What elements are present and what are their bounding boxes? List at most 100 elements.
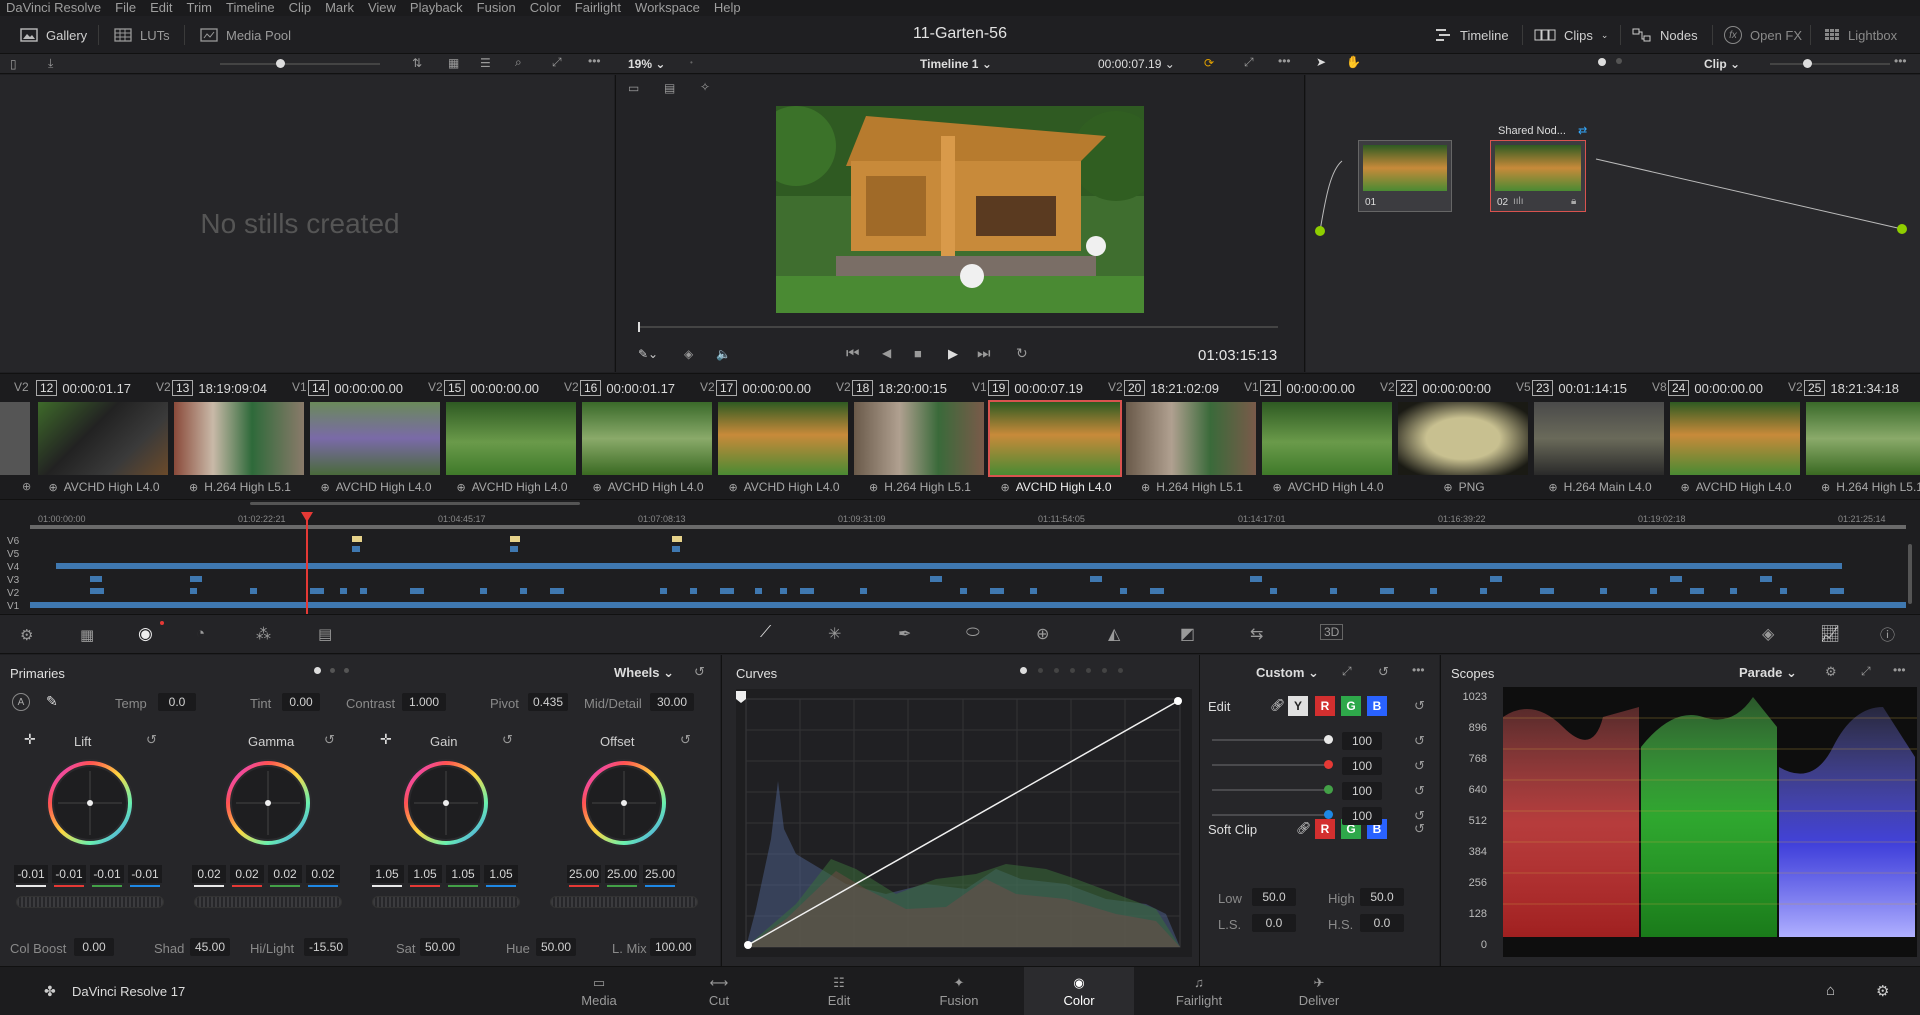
search-icon[interactable]: ⌕ [515, 55, 522, 70]
thumbnail-size-slider[interactable] [220, 63, 380, 65]
track-clip[interactable] [510, 546, 518, 552]
track-clip[interactable] [960, 588, 967, 594]
menu-clip[interactable]: Clip [289, 0, 311, 16]
track-clip[interactable] [360, 588, 367, 594]
settings-gear-icon[interactable]: ⚙︎ [1876, 982, 1889, 1000]
intensity-slider[interactable] [1212, 739, 1328, 741]
track-clip[interactable] [30, 602, 1906, 608]
curve-graph[interactable] [736, 689, 1192, 957]
intensity-reset-icon[interactable]: ↺ [1414, 758, 1425, 774]
color-match-icon[interactable]: ▦ [80, 626, 94, 644]
media-pool-button[interactable]: Media Pool [200, 16, 291, 54]
color-picker-icon[interactable]: ✎⌄ [638, 347, 658, 361]
menu-file[interactable]: File [115, 0, 136, 16]
page-dot[interactable] [344, 668, 349, 673]
ls-field[interactable]: 0.0 [1252, 914, 1296, 932]
clip-thumbnail-25[interactable]: 25 18:21:34:18 ⊕ H.264 High L5.1 [1804, 374, 1920, 500]
intensity-handle[interactable] [1324, 810, 1333, 819]
intensity-slider[interactable] [1212, 789, 1328, 791]
track-clip[interactable] [480, 588, 487, 594]
edit-reset-icon[interactable]: ↺ [1414, 698, 1425, 714]
stop-icon[interactable]: ■ [914, 346, 922, 361]
sort-icon[interactable]: ⇅ [412, 56, 422, 70]
wheels-mode-selector[interactable]: Wheels ⌄ [614, 665, 674, 681]
wheel-value-gamma-2[interactable]: 0.02 [268, 865, 302, 883]
viewer-more-icon[interactable]: ••• [1278, 54, 1291, 68]
viewer-scrubber[interactable] [638, 326, 1278, 328]
play-reverse-icon[interactable]: ◀ [882, 346, 891, 360]
page-dot[interactable] [1038, 668, 1043, 673]
track-clip[interactable] [930, 576, 942, 582]
node-02[interactable]: 02 ıılı 🔒︎ [1490, 140, 1586, 212]
clip-thumbnail-17[interactable]: 17 00:00:00.00 V2 ⊕ AVCHD High L4.0 [716, 374, 852, 500]
motion-effects-icon[interactable]: ▤ [318, 625, 332, 643]
scopes-icon[interactable]: 📈︎ [1820, 624, 1840, 644]
mini-timeline[interactable]: 01:00:00:00 01:02:22:21 01:04:45:17 01:07:0… [0, 499, 1920, 614]
window-icon[interactable]: ⬭ [966, 624, 980, 642]
track-clip[interactable] [690, 588, 697, 594]
intensity-field-1[interactable]: 100 [1342, 757, 1382, 775]
page-dot[interactable] [1070, 668, 1075, 673]
scrubber-playhead[interactable] [638, 322, 640, 332]
viewer-zoom[interactable]: 19% ⌄ [628, 57, 665, 71]
hilight-field[interactable]: -15.50 [304, 938, 348, 956]
colboost-field[interactable]: 0.00 [74, 938, 114, 956]
crosshair-icon[interactable]: ✛ [380, 731, 392, 748]
tracker-icon[interactable]: ⊕ [1036, 624, 1049, 644]
output-node[interactable] [1897, 224, 1907, 234]
reset-primaries-icon[interactable]: ↺ [694, 664, 705, 680]
scope-fullscreen-icon[interactable]: ⤢ [1861, 664, 1871, 679]
wheel-value-offset-2[interactable]: 25.00 [643, 865, 677, 883]
track-clip[interactable] [1430, 588, 1437, 594]
menu-timeline[interactable]: Timeline [226, 0, 275, 16]
track-clip[interactable] [56, 563, 1842, 569]
track-clip[interactable] [1760, 576, 1772, 582]
scope-more-icon[interactable]: ••• [1893, 663, 1906, 677]
wheel-value-gamma-1[interactable]: 0.02 [230, 865, 264, 883]
track-clip[interactable] [755, 588, 762, 594]
wheel-value-offset-0[interactable]: 25.00 [567, 865, 601, 883]
track-clip[interactable] [1670, 576, 1682, 582]
wheel-value-gain-0[interactable]: 1.05 [370, 865, 404, 883]
lightbox-toggle-button[interactable]: Lightbox [1824, 16, 1897, 54]
track-clip[interactable] [1270, 588, 1277, 594]
wheel-value-gamma-0[interactable]: 0.02 [192, 865, 226, 883]
curves-icon[interactable]: ⟋ [760, 624, 771, 642]
curves-reset-icon[interactable]: ↺ [1378, 664, 1389, 680]
menu-edit[interactable]: Edit [150, 0, 172, 16]
track-area[interactable] [30, 536, 1906, 610]
openfx-toggle-button[interactable]: fx Open FX [1724, 16, 1802, 54]
menu-view[interactable]: View [368, 0, 396, 16]
page-tab-fairlight[interactable]: ♫ Fairlight [1144, 967, 1254, 1015]
home-icon[interactable]: ⌂ [1826, 982, 1835, 999]
wheel-reset-icon[interactable]: ↺ [324, 732, 335, 748]
track-clip[interactable] [1330, 588, 1337, 594]
wheel-reset-icon[interactable]: ↺ [680, 732, 691, 748]
page-tab-color[interactable]: ◉ Color [1024, 967, 1134, 1015]
track-clip[interactable] [310, 588, 324, 594]
curve-channel-r[interactable]: R [1315, 696, 1335, 716]
track-clip[interactable] [672, 546, 680, 552]
node-zoom-slider[interactable] [1770, 63, 1890, 65]
crosshair-icon[interactable]: ✛ [24, 731, 36, 748]
page-dot[interactable] [1102, 668, 1107, 673]
scope-settings-icon[interactable]: ⚙︎ [1825, 664, 1837, 680]
track-clip[interactable] [250, 588, 257, 594]
track-clip[interactable] [190, 588, 197, 594]
wheel-value-gain-3[interactable]: 1.05 [484, 865, 518, 883]
page-tab-deliver[interactable]: ✈ Deliver [1264, 967, 1374, 1015]
track-clip[interactable] [340, 588, 347, 594]
hue-field[interactable]: 50.00 [536, 938, 576, 956]
curve-channel-b[interactable]: B [1367, 696, 1387, 716]
track-clip[interactable] [1490, 576, 1502, 582]
color-warper-icon[interactable]: ✳︎ [828, 624, 841, 644]
color-wheel-gain[interactable] [398, 755, 494, 851]
color-wheels-icon[interactable]: ◉ [138, 624, 153, 644]
sizing-3d-icon[interactable]: 3D [1320, 624, 1344, 640]
link-icon[interactable]: 🔗︎ [1270, 698, 1285, 712]
page-tab-fusion[interactable]: ✦ Fusion [904, 967, 1014, 1015]
track-clip[interactable] [660, 588, 667, 594]
high-field[interactable]: 50.0 [1360, 888, 1404, 906]
info-icon[interactable]: ⓘ [1880, 624, 1895, 645]
track-clip[interactable] [1830, 588, 1844, 594]
